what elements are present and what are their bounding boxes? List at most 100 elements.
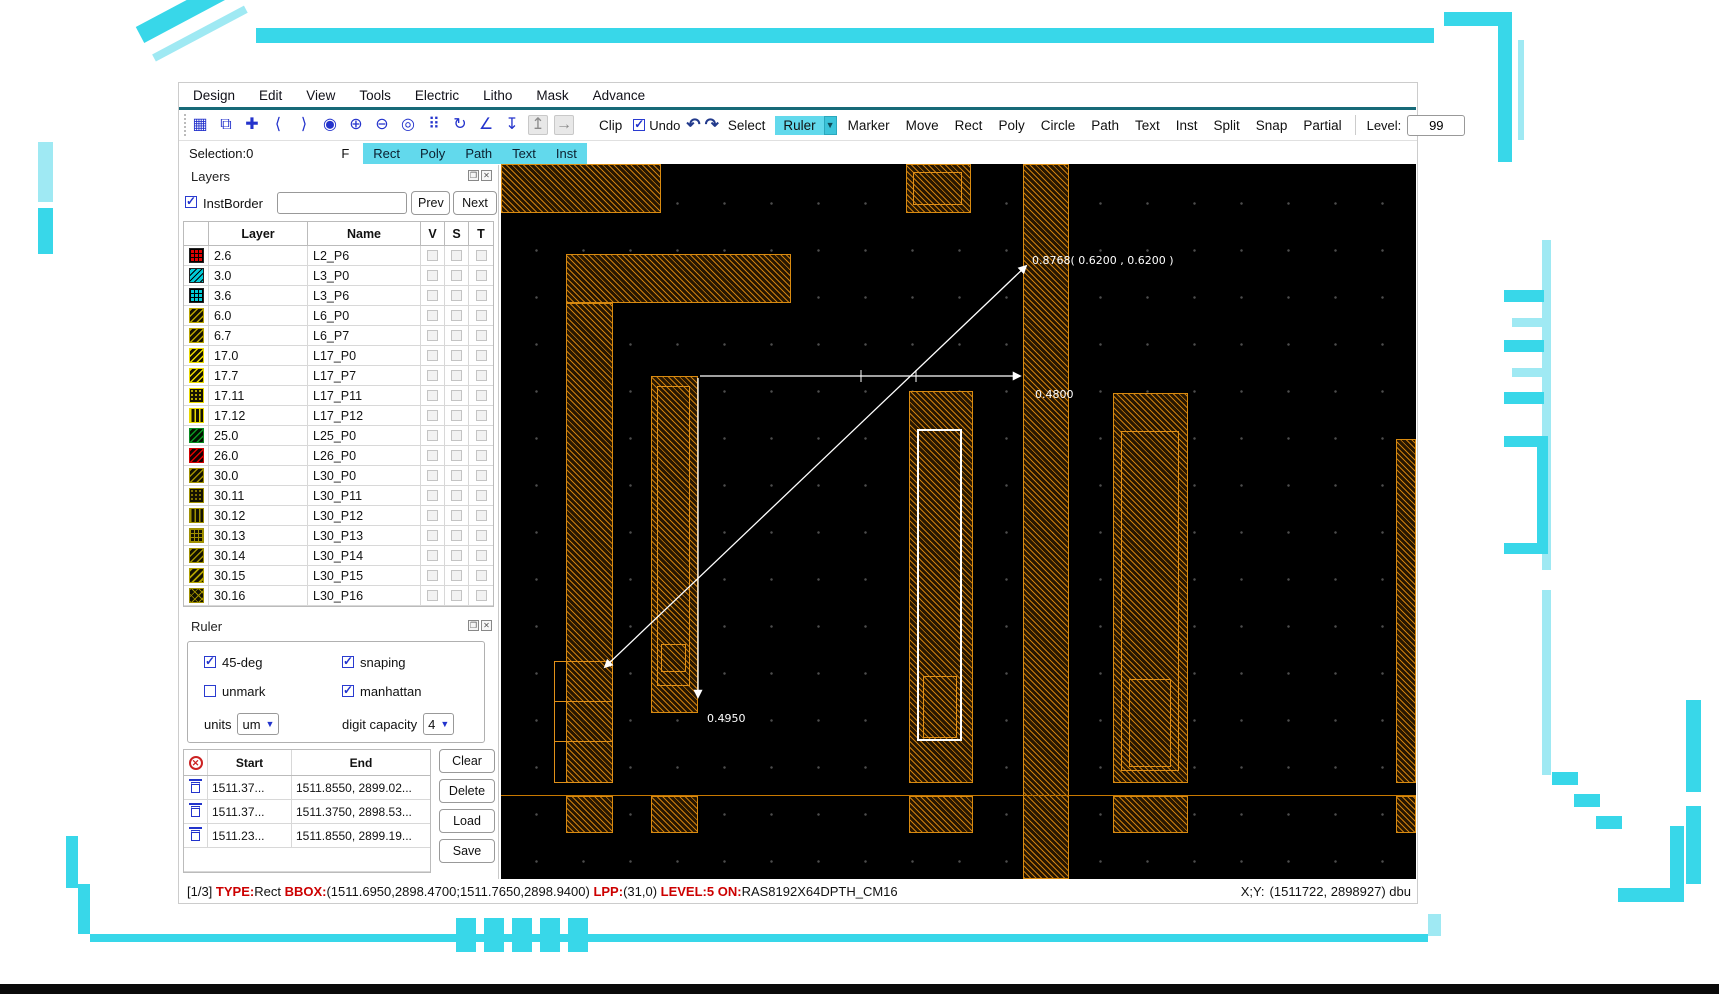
visible-checkbox[interactable] bbox=[427, 490, 438, 501]
option-checkbox[interactable] bbox=[342, 685, 354, 697]
redo-arrow-icon[interactable]: ↷ bbox=[705, 115, 719, 135]
visible-checkbox[interactable] bbox=[427, 470, 438, 481]
toolbar-icon[interactable]: ⊕ bbox=[346, 116, 366, 134]
ruler-restore-icon[interactable] bbox=[468, 620, 479, 631]
load-button[interactable]: Load bbox=[439, 809, 495, 833]
layer-row[interactable]: 26.0 L26_P0 bbox=[184, 446, 493, 466]
menu-item[interactable]: Electric bbox=[415, 88, 459, 103]
layer-swatch[interactable] bbox=[189, 488, 204, 503]
select-checkbox[interactable] bbox=[451, 290, 462, 301]
select-checkbox[interactable] bbox=[451, 370, 462, 381]
menu-item[interactable]: Edit bbox=[259, 88, 282, 103]
toolbar-icon[interactable]: ⊖ bbox=[372, 116, 392, 134]
layer-row[interactable]: 30.12 L30_P12 bbox=[184, 506, 493, 526]
toolbar-button[interactable]: Circle bbox=[1033, 116, 1084, 135]
select-checkbox[interactable] bbox=[451, 270, 462, 281]
toolbar-button[interactable]: Move bbox=[898, 116, 947, 135]
layer-swatch[interactable] bbox=[189, 428, 204, 443]
visible-checkbox[interactable] bbox=[427, 510, 438, 521]
layer-row[interactable]: 30.13 L30_P13 bbox=[184, 526, 493, 546]
selection-mode-button[interactable]: Path bbox=[455, 146, 502, 161]
instborder-checkbox[interactable] bbox=[185, 196, 197, 208]
select-checkbox[interactable] bbox=[451, 510, 462, 521]
delete-button[interactable]: Delete bbox=[439, 779, 495, 803]
toolbar-icon[interactable]: ↥ bbox=[528, 115, 548, 135]
layer-row[interactable]: 6.7 L6_P7 bbox=[184, 326, 493, 346]
select-checkbox[interactable] bbox=[451, 310, 462, 321]
undo-toggle[interactable]: Undo bbox=[633, 118, 680, 133]
t-checkbox[interactable] bbox=[476, 570, 487, 581]
select-checkbox[interactable] bbox=[451, 350, 462, 361]
menu-item[interactable]: Design bbox=[193, 88, 235, 103]
layer-swatch[interactable] bbox=[189, 328, 204, 343]
select-checkbox[interactable] bbox=[451, 390, 462, 401]
layer-row[interactable]: 17.11 L17_P11 bbox=[184, 386, 493, 406]
selection-mode-button[interactable]: Poly bbox=[410, 146, 455, 161]
level-input[interactable] bbox=[1407, 115, 1465, 136]
undo-arrow-icon[interactable]: ↶ bbox=[686, 115, 700, 135]
menu-item[interactable]: Advance bbox=[593, 88, 646, 103]
layer-row[interactable]: 3.6 L3_P6 bbox=[184, 286, 493, 306]
layer-row[interactable]: 30.15 L30_P15 bbox=[184, 566, 493, 586]
option-checkbox[interactable] bbox=[342, 656, 354, 668]
option-checkbox[interactable] bbox=[204, 685, 216, 697]
toolbar-button[interactable]: Text bbox=[1127, 116, 1168, 135]
layer-swatch[interactable] bbox=[189, 528, 204, 543]
t-checkbox[interactable] bbox=[476, 310, 487, 321]
ruler-row[interactable]: 1511.23... 1511.8550, 2899.19... bbox=[184, 824, 430, 848]
toolbar-icon[interactable]: ↧ bbox=[502, 116, 522, 134]
ruler-option[interactable]: 45-deg bbox=[204, 652, 342, 672]
select-checkbox[interactable] bbox=[451, 430, 462, 441]
t-checkbox[interactable] bbox=[476, 290, 487, 301]
layer-row[interactable]: 2.6 L2_P6 bbox=[184, 246, 493, 266]
menu-item[interactable]: View bbox=[306, 88, 335, 103]
layer-row[interactable]: 30.11 L30_P11 bbox=[184, 486, 493, 506]
trash-icon[interactable] bbox=[191, 830, 200, 841]
layer-row[interactable]: 17.12 L17_P12 bbox=[184, 406, 493, 426]
clear-button[interactable]: Clear bbox=[439, 749, 495, 773]
toolbar-icon[interactable]: ⠿ bbox=[424, 116, 444, 134]
toolbar-drag-handle[interactable] bbox=[184, 114, 186, 136]
layout-canvas[interactable]: 0.8768( 0.6200 , 0.6200 ) 0.4800 0.4950 bbox=[501, 164, 1416, 879]
delete-all-icon[interactable] bbox=[189, 756, 203, 770]
layer-row[interactable]: 17.7 L17_P7 bbox=[184, 366, 493, 386]
layer-row[interactable]: 17.0 L17_P0 bbox=[184, 346, 493, 366]
toolbar-icon[interactable]: ◎ bbox=[398, 116, 418, 134]
layer-swatch[interactable] bbox=[189, 248, 204, 263]
t-checkbox[interactable] bbox=[476, 590, 487, 601]
toolbar-button[interactable]: Rect bbox=[947, 116, 991, 135]
trash-icon[interactable] bbox=[191, 782, 200, 793]
ruler-option[interactable]: manhattan bbox=[342, 681, 480, 701]
layer-row[interactable]: 3.0 L3_P0 bbox=[184, 266, 493, 286]
toolbar-button[interactable]: Poly bbox=[990, 116, 1032, 135]
select-checkbox[interactable] bbox=[451, 530, 462, 541]
selection-mode-button[interactable]: Inst bbox=[546, 146, 587, 161]
option-checkbox[interactable] bbox=[204, 656, 216, 668]
toolbar-button[interactable]: Path bbox=[1083, 116, 1127, 135]
visible-checkbox[interactable] bbox=[427, 570, 438, 581]
toolbar-icon[interactable]: ▦ bbox=[190, 116, 210, 134]
select-checkbox[interactable] bbox=[451, 590, 462, 601]
select-checkbox[interactable] bbox=[451, 490, 462, 501]
units-dropdown[interactable]: um ▼ bbox=[237, 713, 279, 735]
layer-swatch[interactable] bbox=[189, 308, 204, 323]
visible-checkbox[interactable] bbox=[427, 410, 438, 421]
visible-checkbox[interactable] bbox=[427, 330, 438, 341]
layers-restore-icon[interactable] bbox=[468, 170, 479, 181]
visible-checkbox[interactable] bbox=[427, 290, 438, 301]
menu-item[interactable]: Tools bbox=[359, 88, 391, 103]
select-checkbox[interactable] bbox=[451, 450, 462, 461]
toolbar-icon[interactable]: ∠ bbox=[476, 116, 496, 134]
select-checkbox[interactable] bbox=[451, 550, 462, 561]
toolbar-button[interactable]: Snap bbox=[1248, 116, 1296, 135]
select-checkbox[interactable] bbox=[451, 330, 462, 341]
t-checkbox[interactable] bbox=[476, 550, 487, 561]
layer-row[interactable]: 25.0 L25_P0 bbox=[184, 426, 493, 446]
toolbar-icon[interactable]: ✚ bbox=[242, 116, 262, 134]
toolbar-button[interactable]: Marker bbox=[840, 116, 898, 135]
toolbar-button[interactable]: Inst bbox=[1168, 116, 1206, 135]
ruler-row[interactable]: 1511.37... 1511.3750, 2898.53... bbox=[184, 800, 430, 824]
t-checkbox[interactable] bbox=[476, 510, 487, 521]
visible-checkbox[interactable] bbox=[427, 310, 438, 321]
layer-swatch[interactable] bbox=[189, 568, 204, 583]
